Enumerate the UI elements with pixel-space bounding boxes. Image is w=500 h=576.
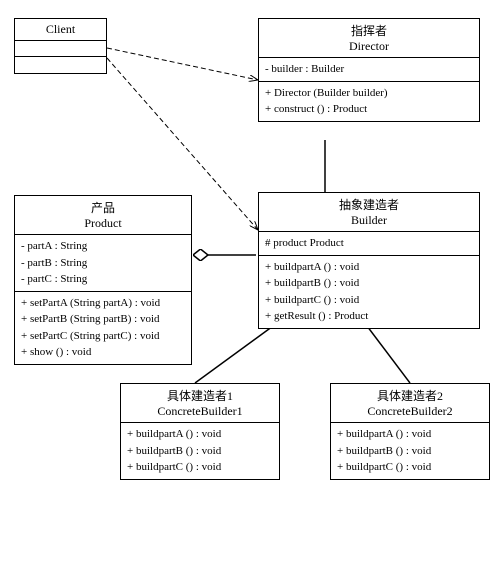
concrete2-method-3: + buildpartC () : void	[337, 459, 483, 476]
concrete2-method-1: + buildpartA () : void	[337, 426, 483, 443]
product-methods: + setPartA (String partA) : void + setPa…	[15, 292, 191, 364]
client-label: Client	[46, 22, 75, 36]
product-header: 产品 Product	[15, 196, 191, 235]
concrete1-box: 具体建造者1 ConcreteBuilder1 + buildpartA () …	[120, 383, 280, 480]
product-label-cn: 产品	[20, 199, 186, 216]
builder-label-en: Builder	[264, 213, 474, 228]
product-field-2: - partB : String	[21, 255, 185, 272]
product-method-3: + setPartC (String partC) : void	[21, 328, 185, 345]
director-header: 指挥者 Director	[259, 19, 479, 58]
concrete1-label-cn: 具体建造者1	[126, 387, 274, 404]
concrete1-header: 具体建造者1 ConcreteBuilder1	[121, 384, 279, 423]
builder-box: 抽象建造者 Builder # product Product + buildp…	[258, 192, 480, 329]
concrete2-method-2: + buildpartB () : void	[337, 443, 483, 460]
concrete2-label-cn: 具体建造者2	[336, 387, 484, 404]
product-method-4: + show () : void	[21, 344, 185, 361]
client-section2	[15, 57, 106, 73]
builder-method-1: + buildpartA () : void	[265, 259, 473, 276]
product-method-1: + setPartA (String partA) : void	[21, 295, 185, 312]
concrete1-method-1: + buildpartA () : void	[127, 426, 273, 443]
builder-fields: # product Product	[259, 232, 479, 256]
concrete2-label-en: ConcreteBuilder2	[336, 404, 484, 419]
client-header: Client	[15, 19, 106, 41]
diagram: Client 指挥者 Director - builder : Builder …	[0, 0, 500, 576]
product-field-3: - partC : String	[21, 271, 185, 288]
builder-methods: + buildpartA () : void + buildpartB () :…	[259, 256, 479, 328]
builder-method-3: + buildpartC () : void	[265, 292, 473, 309]
concrete1-method-2: + buildpartB () : void	[127, 443, 273, 460]
builder-method-2: + buildpartB () : void	[265, 275, 473, 292]
builder-field-1: # product Product	[265, 235, 473, 252]
product-method-2: + setPartB (String partB) : void	[21, 311, 185, 328]
concrete1-method-3: + buildpartC () : void	[127, 459, 273, 476]
director-field-1: - builder : Builder	[265, 61, 473, 78]
concrete2-header: 具体建造者2 ConcreteBuilder2	[331, 384, 489, 423]
director-fields: - builder : Builder	[259, 58, 479, 82]
product-field-1: - partA : String	[21, 238, 185, 255]
director-method-1: + Director (Builder builder)	[265, 85, 473, 102]
client-section1	[15, 41, 106, 57]
product-label-en: Product	[20, 216, 186, 231]
director-methods: + Director (Builder builder) + construct…	[259, 82, 479, 121]
director-label-cn: 指挥者	[264, 22, 474, 39]
concrete2-box: 具体建造者2 ConcreteBuilder2 + buildpartA () …	[330, 383, 490, 480]
product-fields: - partA : String - partB : String - part…	[15, 235, 191, 292]
builder-header: 抽象建造者 Builder	[259, 193, 479, 232]
builder-label-cn: 抽象建造者	[264, 196, 474, 213]
concrete1-label-en: ConcreteBuilder1	[126, 404, 274, 419]
concrete1-methods: + buildpartA () : void + buildpartB () :…	[121, 423, 279, 479]
director-method-2: + construct () : Product	[265, 101, 473, 118]
director-label-en: Director	[264, 39, 474, 54]
client-box: Client	[14, 18, 107, 74]
concrete2-methods: + buildpartA () : void + buildpartB () :…	[331, 423, 489, 479]
director-box: 指挥者 Director - builder : Builder + Direc…	[258, 18, 480, 122]
builder-method-4: + getResult () : Product	[265, 308, 473, 325]
product-box: 产品 Product - partA : String - partB : St…	[14, 195, 192, 365]
